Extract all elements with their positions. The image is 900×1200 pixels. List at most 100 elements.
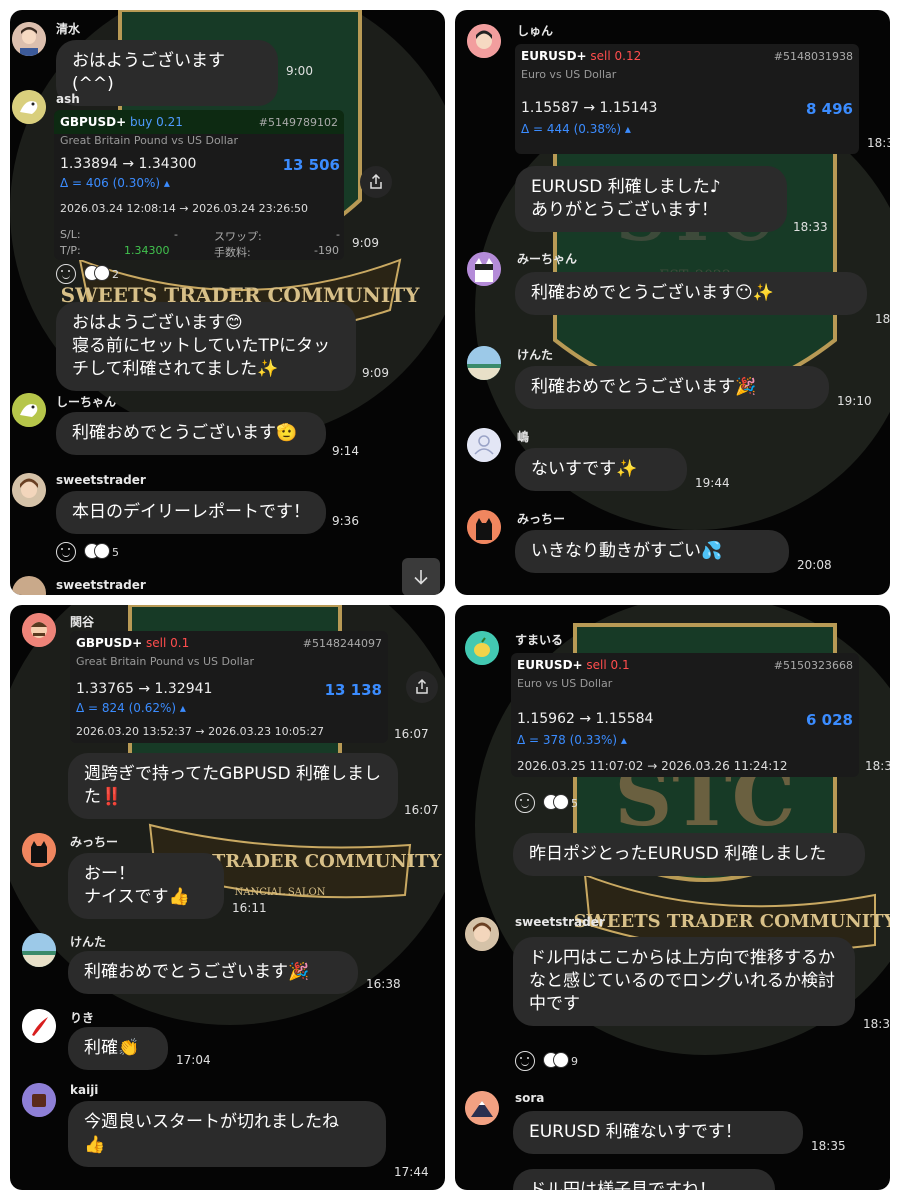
trade-result-card[interactable]: GBPUSD+ buy 0.21 #5149789102 Great Brita… bbox=[54, 110, 344, 260]
message-time: 18:3 bbox=[867, 136, 890, 150]
share-icon bbox=[370, 174, 382, 189]
message-time: 17:44 bbox=[394, 1165, 429, 1179]
trade-description: Euro vs US Dollar bbox=[521, 68, 617, 81]
add-reaction-icon[interactable] bbox=[515, 793, 535, 813]
chat-panel-3[interactable]: SWEETS TRADER COMMUNITY NANCIAL SALON 関谷… bbox=[10, 605, 445, 1190]
trade-symbol: EURUSD+ bbox=[517, 658, 583, 672]
message-bubble[interactable]: おー！ ナイスです👍 bbox=[68, 853, 224, 919]
message-bubble[interactable]: 本日のデイリーレポートです！ bbox=[56, 491, 326, 534]
message-time: 20:08 bbox=[797, 558, 832, 572]
avatar[interactable] bbox=[12, 576, 46, 595]
stop-loss-label: S/L: bbox=[60, 228, 81, 241]
message-bubble[interactable]: 昨日ポジとったEURUSD 利確しました bbox=[513, 833, 865, 876]
trade-delta: Δ = 824 (0.62%) ▴ bbox=[76, 701, 186, 715]
reaction-bar[interactable]: 5 bbox=[56, 542, 119, 562]
trade-symbol: GBPUSD+ bbox=[76, 636, 143, 650]
message-time: 17:04 bbox=[176, 1053, 211, 1067]
fee-label: 手数料: bbox=[214, 246, 251, 259]
message-bubble[interactable]: EURUSD 利確ないすです！ bbox=[513, 1111, 803, 1154]
trade-ticket: #5150323668 bbox=[773, 658, 853, 672]
message-bubble[interactable]: 週跨ぎで持ってたGBPUSD 利確しました‼️ bbox=[68, 753, 398, 819]
message-bubble[interactable]: いきなり動きがすごい💦 bbox=[515, 530, 789, 573]
sender-name: けんた bbox=[517, 348, 554, 362]
swap-value: - bbox=[336, 228, 340, 241]
stop-loss-value: - bbox=[174, 228, 178, 241]
trade-profit: 13 138 bbox=[324, 681, 382, 699]
share-button[interactable] bbox=[406, 671, 438, 703]
trade-ticket: #5149789102 bbox=[258, 115, 338, 129]
avatar[interactable] bbox=[22, 1009, 56, 1043]
fee-value: -190 bbox=[314, 244, 339, 257]
message-time: 9:00 bbox=[286, 64, 313, 78]
sender-name: すまいる bbox=[515, 633, 564, 647]
reaction-avatars bbox=[84, 542, 110, 562]
avatar[interactable] bbox=[467, 428, 501, 462]
reaction-bar[interactable]: 2 bbox=[56, 264, 119, 284]
reaction-bar[interactable]: 5 bbox=[515, 793, 578, 813]
avatar[interactable] bbox=[465, 917, 499, 951]
avatar[interactable] bbox=[12, 22, 46, 56]
share-button[interactable] bbox=[360, 166, 392, 198]
sender-name: 関谷 bbox=[70, 615, 95, 629]
avatar[interactable] bbox=[467, 252, 501, 286]
avatar[interactable] bbox=[465, 631, 499, 665]
message-time: 9:14 bbox=[332, 444, 359, 458]
trade-profit: 8 496 bbox=[806, 100, 853, 118]
avatar[interactable] bbox=[22, 933, 56, 967]
arrow-down-icon bbox=[414, 570, 428, 585]
avatar[interactable] bbox=[12, 473, 46, 507]
avatar[interactable] bbox=[467, 24, 501, 58]
add-reaction-icon[interactable] bbox=[56, 542, 76, 562]
sender-name: sweetstrader bbox=[56, 578, 146, 592]
message-bubble[interactable]: おはようございます(^^) bbox=[56, 40, 278, 106]
trade-symbol: EURUSD+ bbox=[521, 49, 587, 63]
avatar[interactable] bbox=[22, 613, 56, 647]
trade-ticket: #5148031938 bbox=[773, 49, 853, 63]
share-icon bbox=[416, 679, 428, 694]
trade-profit: 6 028 bbox=[806, 711, 853, 729]
sender-name: みーちゃん bbox=[517, 252, 578, 266]
trade-dates: 2026.03.20 13:52:37 → 2026.03.23 10:05:2… bbox=[76, 725, 324, 738]
reaction-count: 2 bbox=[112, 267, 119, 281]
message-bubble[interactable]: おはようございます😊 寝る前にセットしていたTPにタッチして利確されてました✨ bbox=[56, 302, 356, 391]
avatar[interactable] bbox=[467, 346, 501, 380]
avatar[interactable] bbox=[465, 1091, 499, 1125]
avatar[interactable] bbox=[22, 1083, 56, 1117]
message-bubble[interactable]: 利確おめでとうございます🎉 bbox=[68, 951, 358, 994]
add-reaction-icon[interactable] bbox=[515, 1051, 535, 1071]
chat-panel-1[interactable]: SWEETS TRADER COMMUNITY 清水 おはようございます(^^)… bbox=[10, 10, 445, 595]
message-bubble[interactable]: 利確👏 bbox=[68, 1027, 168, 1070]
trade-result-card[interactable]: EURUSD+ sell 0.1 #5150323668 Euro vs US … bbox=[511, 653, 859, 777]
message-bubble[interactable]: ドル円は様子見ですね！ bbox=[513, 1169, 775, 1190]
message-time: 9:09 bbox=[352, 236, 379, 250]
sender-name: りき bbox=[70, 1011, 95, 1025]
message-bubble[interactable]: 今週良いスタートが切れましたね 👍 bbox=[68, 1101, 386, 1167]
message-time: 18:33 bbox=[793, 220, 828, 234]
message-bubble[interactable]: ドル円はここからは上方向で推移するかなと感じているのでロングいれるか検討中です bbox=[513, 937, 855, 1026]
trade-symbol: GBPUSD+ bbox=[60, 115, 127, 129]
message-bubble[interactable]: EURUSD 利確しました♪ ありがとうございます！ bbox=[515, 166, 787, 232]
avatar[interactable] bbox=[22, 833, 56, 867]
avatar[interactable] bbox=[467, 510, 501, 544]
trade-side: sell 0.1 bbox=[146, 636, 190, 650]
message-bubble[interactable]: ないすです✨ bbox=[515, 448, 687, 491]
message-bubble[interactable]: 利確おめでとうございます🎉 bbox=[515, 366, 829, 409]
message-bubble[interactable]: 利確おめでとうございます😶✨ bbox=[515, 272, 867, 315]
message-bubble[interactable]: 利確おめでとうございます🫡 bbox=[56, 412, 326, 455]
message-time: 18:3 bbox=[865, 759, 890, 773]
scroll-to-bottom-button[interactable] bbox=[402, 558, 440, 595]
message-time: 16:07 bbox=[404, 803, 439, 817]
avatar[interactable] bbox=[12, 90, 46, 124]
reaction-avatars bbox=[543, 793, 569, 813]
trade-result-card[interactable]: GBPUSD+ sell 0.1 #5148244097 Great Brita… bbox=[70, 631, 388, 743]
take-profit-value: 1.34300 bbox=[124, 244, 170, 257]
trade-profit: 13 506 bbox=[282, 156, 340, 174]
sender-name: しゅん bbox=[517, 24, 554, 38]
chat-panel-2[interactable]: STC EST. 2023 しゅん EURUSD+ sell 0.12 #514… bbox=[455, 10, 890, 595]
reaction-bar[interactable]: 9 bbox=[515, 1051, 578, 1071]
chat-panel-4[interactable]: STC SWEETS TRADER COMMUNITY すまいる EURUSD+… bbox=[455, 605, 890, 1190]
trade-result-card[interactable]: EURUSD+ sell 0.12 #5148031938 Euro vs US… bbox=[515, 44, 859, 154]
add-reaction-icon[interactable] bbox=[56, 264, 76, 284]
sender-name: sora bbox=[515, 1091, 545, 1105]
avatar[interactable] bbox=[12, 393, 46, 427]
